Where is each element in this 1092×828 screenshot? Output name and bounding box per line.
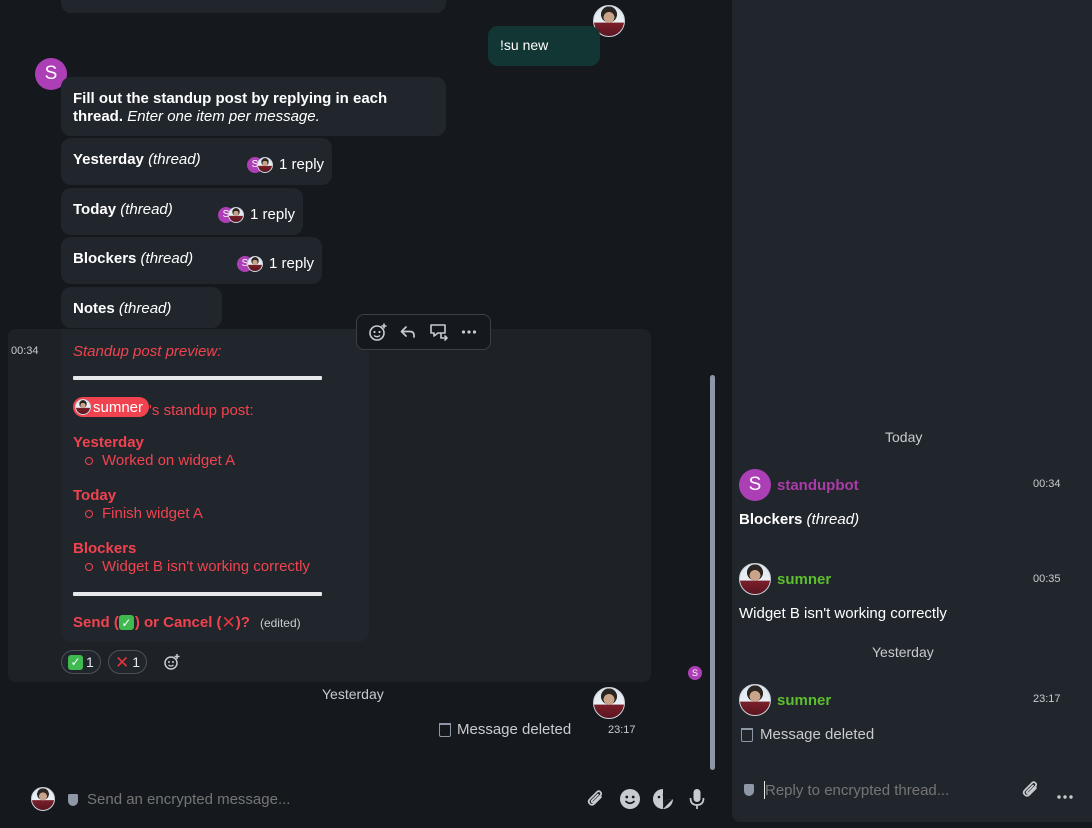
date-separator: Yesterday bbox=[322, 686, 384, 702]
sender-name[interactable]: standupbot bbox=[777, 477, 859, 494]
deleted-message-text: Message deleted bbox=[760, 726, 875, 743]
shield-icon bbox=[744, 784, 754, 796]
check-emoji-icon: ✓ bbox=[118, 615, 134, 630]
deleted-message-text: Message deleted bbox=[457, 721, 572, 738]
read-receipt-avatar[interactable]: S bbox=[688, 666, 702, 680]
reply-count: 1 reply bbox=[279, 156, 325, 173]
shield-icon bbox=[68, 794, 78, 806]
more-options-icon[interactable] bbox=[1056, 787, 1074, 804]
thread-suffix: (thread) bbox=[140, 250, 194, 267]
trash-icon bbox=[439, 723, 451, 737]
section-title: Today bbox=[73, 487, 117, 504]
microphone-icon[interactable] bbox=[689, 788, 705, 814]
thread-title: Yesterday bbox=[73, 151, 144, 168]
thread-suffix: (thread) bbox=[148, 151, 201, 168]
thread-reply-body: Widget B isn't working correctly bbox=[739, 605, 947, 622]
thread-summary[interactable]: S 1 reply bbox=[247, 156, 324, 173]
message-timestamp: 23:17 bbox=[1033, 693, 1061, 705]
emoji-icon[interactable] bbox=[619, 788, 641, 814]
reply-in-thread-icon[interactable] bbox=[428, 321, 450, 343]
reaction-check[interactable]: ✓ 1 bbox=[61, 650, 101, 674]
own-message-text: !su new bbox=[500, 37, 549, 53]
divider bbox=[73, 592, 322, 596]
section-yesterday: Yesterday Worked on widget A bbox=[73, 434, 235, 470]
thread-summary[interactable]: S 1 reply bbox=[218, 206, 295, 223]
previous-message-bubble[interactable] bbox=[61, 0, 446, 13]
thread-panel: Today S standupbot 00:34 Blockers (threa… bbox=[732, 0, 1092, 822]
sticker-icon[interactable] bbox=[652, 788, 674, 814]
divider bbox=[73, 376, 322, 380]
message-composer-input[interactable] bbox=[87, 788, 567, 810]
edited-label[interactable]: (edited) bbox=[260, 616, 301, 630]
check-emoji-icon: ✓ bbox=[68, 654, 83, 670]
user-mention-pill[interactable]: sumner bbox=[73, 397, 150, 417]
user-avatar[interactable] bbox=[593, 687, 625, 719]
thread-suffix: (thread) bbox=[118, 300, 172, 317]
section-item: Finish widget A bbox=[85, 505, 203, 523]
reply-icon[interactable] bbox=[397, 321, 419, 343]
section-blockers: Blockers Widget B isn't working correctl… bbox=[73, 540, 310, 576]
message-timestamp: 00:34 bbox=[1033, 478, 1061, 490]
thread-suffix: (thread) bbox=[120, 201, 173, 218]
thread-root-today[interactable]: Today (thread) S 1 reply bbox=[61, 188, 303, 235]
own-message-bubble[interactable]: !su new bbox=[488, 26, 600, 66]
standup-author-line: sumner 's standup post: bbox=[73, 397, 254, 419]
cross-emoji-icon: ✕ bbox=[221, 613, 236, 632]
user-mini-avatar bbox=[228, 206, 244, 223]
message-action-bar bbox=[356, 314, 491, 350]
user-mini-avatar bbox=[247, 255, 263, 272]
date-separator: Yesterday bbox=[872, 644, 934, 660]
bot-avatar[interactable]: S bbox=[739, 469, 771, 501]
send-cancel-prompt: Send ( ✓ ) or Cancel ( ✕ )? (edited) bbox=[73, 613, 301, 632]
more-options-icon[interactable] bbox=[458, 321, 480, 343]
thread-root-notes[interactable]: Notes (thread) bbox=[61, 287, 222, 328]
thread-composer-input[interactable] bbox=[765, 779, 1005, 801]
user-avatar[interactable] bbox=[739, 684, 771, 716]
trash-icon bbox=[741, 728, 753, 742]
thread-title: Notes bbox=[73, 300, 115, 317]
message-timestamp: 00:34 bbox=[11, 345, 39, 357]
thread-title: Blockers bbox=[73, 250, 137, 267]
message-timestamp: 23:17 bbox=[608, 724, 636, 736]
message-timestamp: 00:35 bbox=[1033, 573, 1061, 585]
attachment-icon[interactable] bbox=[585, 788, 607, 814]
thread-root-yesterday[interactable]: Yesterday (thread) S 1 reply bbox=[61, 138, 332, 185]
reply-count: 1 reply bbox=[250, 206, 296, 223]
cross-emoji-icon: ✕ bbox=[115, 652, 130, 672]
section-item: Widget B isn't working correctly bbox=[85, 558, 310, 576]
date-separator: Today bbox=[885, 429, 923, 445]
intro-note: Enter one item per message. bbox=[127, 108, 320, 125]
thread-root-body: Blockers (thread) bbox=[739, 511, 860, 528]
section-today: Today Finish widget A bbox=[73, 487, 203, 523]
section-title: Yesterday bbox=[73, 434, 144, 451]
sender-name[interactable]: sumner bbox=[777, 571, 831, 588]
user-avatar[interactable] bbox=[739, 563, 771, 595]
reply-count: 1 reply bbox=[269, 255, 315, 272]
mention-suffix: 's standup post: bbox=[149, 402, 254, 419]
react-icon[interactable] bbox=[367, 321, 389, 343]
room-timeline: !su new S Fill out the standup post by r… bbox=[0, 0, 722, 828]
thread-root-blockers[interactable]: Blockers (thread) S 1 reply bbox=[61, 237, 322, 284]
thread-title: Today bbox=[73, 201, 117, 218]
mention-avatar bbox=[75, 399, 91, 415]
bot-intro-message[interactable]: Fill out the standup post by replying in… bbox=[61, 77, 446, 136]
sender-name[interactable]: sumner bbox=[777, 692, 831, 709]
section-title: Blockers bbox=[73, 540, 137, 557]
attachment-icon[interactable] bbox=[1020, 779, 1042, 805]
add-reaction-icon[interactable] bbox=[163, 653, 181, 671]
user-mini-avatar bbox=[257, 156, 273, 173]
reaction-cross[interactable]: ✕ 1 bbox=[108, 650, 148, 674]
thread-summary[interactable]: S 1 reply bbox=[237, 255, 314, 272]
timeline-scrollbar[interactable] bbox=[710, 375, 715, 770]
preview-heading: Standup post preview: bbox=[73, 343, 222, 360]
composer-user-avatar[interactable] bbox=[31, 787, 55, 811]
section-item: Worked on widget A bbox=[85, 452, 235, 470]
